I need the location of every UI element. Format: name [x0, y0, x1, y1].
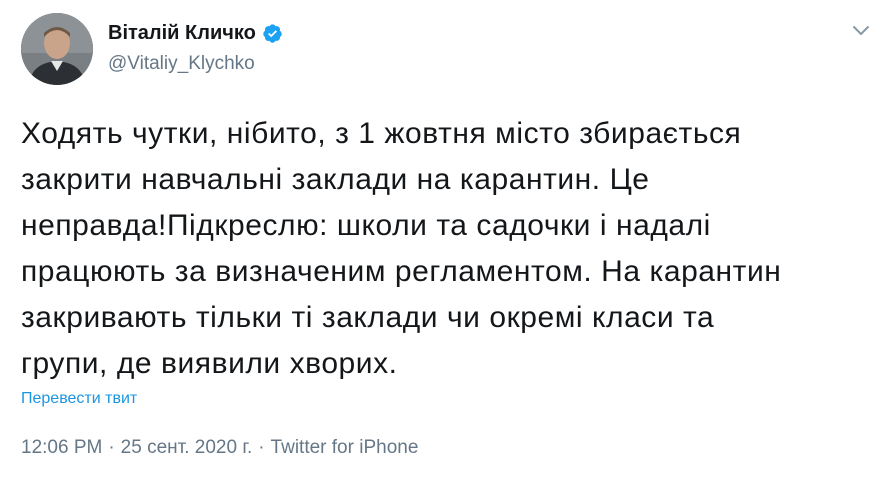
tweet-text-line: групи, де виявили хворих. [21, 347, 398, 380]
tweet-time[interactable]: 12:06 PM [21, 437, 102, 458]
tweet-card: Віталій Кличко @Vitaliy_Klychko Ходять ч… [0, 0, 891, 480]
tweet-meta: 12:06 PM · 25 сент. 2020 г. · Twitter for iP… [21, 437, 418, 459]
tweet-date[interactable]: 25 сент. 2020 г. [121, 437, 253, 458]
author-handle[interactable]: @Vitaliy_Klychko [108, 53, 255, 75]
tweet-text-line: закрити навчальні заклади на карантин. Ц… [21, 163, 650, 196]
verified-badge-icon [263, 24, 282, 43]
tweet-text-line: неправда!Підкреслю: школи та садочки і н… [21, 209, 711, 242]
translate-tweet-link[interactable]: Перевести твит [21, 390, 137, 408]
meta-separator: · [108, 437, 115, 458]
chevron-down-icon[interactable] [852, 24, 870, 38]
meta-separator: · [258, 437, 265, 458]
tweet-text-line: Ходять чутки, нібито, з 1 жовтня місто з… [21, 117, 742, 150]
tweet-text: Ходять чутки, нібито, з 1 жовтня місто з… [21, 111, 881, 387]
avatar-photo [21, 13, 93, 85]
tweet-timestamp[interactable]: 12:06 PM · 25 сент. 2020 г. [21, 437, 252, 458]
tweet-source[interactable]: Twitter for iPhone [271, 437, 419, 458]
author-name-text[interactable]: Віталій Кличко [108, 22, 256, 45]
author-name[interactable]: Віталій Кличко [108, 22, 283, 45]
avatar[interactable] [21, 13, 93, 85]
tweet-text-line: працюють за визначеним регламентом. На к… [21, 255, 782, 288]
tweet-text-line: закривають тільки ті заклади чи окремі к… [21, 301, 715, 334]
